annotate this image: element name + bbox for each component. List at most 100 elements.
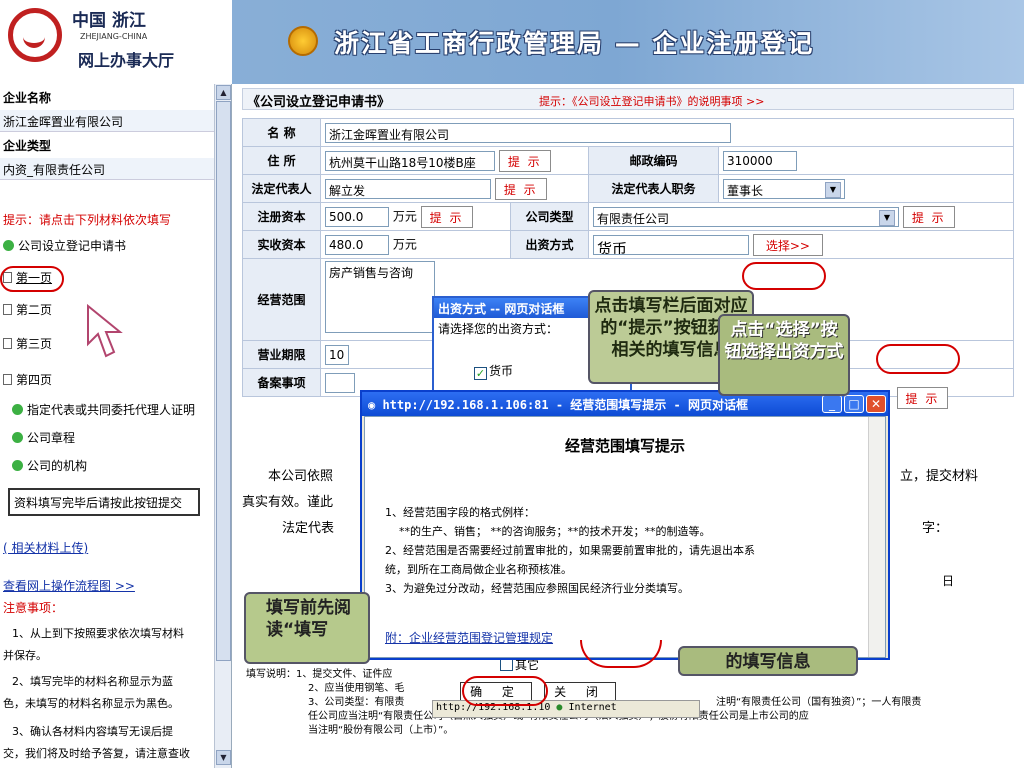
postcode-input[interactable]: 310000 — [723, 150, 797, 171]
legal-rep-tip-button[interactable]: 提 示 — [494, 177, 547, 200]
bullet-icon — [12, 432, 23, 443]
sidebar-item-label: 公司设立登记申请书 — [18, 239, 127, 253]
record-label: 备案事项 — [242, 368, 321, 397]
sidebar-item-organization[interactable]: 公司的机构 — [0, 454, 214, 476]
funding-label: 出资方式 — [510, 230, 589, 259]
logo-text: 中国 浙江 — [72, 11, 146, 31]
callout-fill-info: 的填写信息 — [678, 646, 858, 676]
company-type-value: 内资_有限责任公司 — [0, 158, 214, 180]
notes-text: 2、应当使用钢笔、毛 — [308, 683, 405, 694]
minimize-icon[interactable]: _ — [822, 395, 842, 413]
statement-text: 法定代表 — [282, 521, 335, 536]
term-input[interactable]: 10 — [325, 344, 349, 365]
option-label: 其它 — [515, 658, 540, 672]
notice-text: 并保存。 — [3, 649, 47, 662]
status-zone: Internet — [568, 702, 617, 713]
submit-button[interactable]: 资料填写完毕后请按此按钮提交 — [8, 488, 200, 516]
notes-text: 3、公司类型：有限责 — [308, 697, 405, 708]
scroll-up-icon[interactable]: ▲ — [216, 85, 231, 100]
name-input[interactable]: 浙江金晖置业有限公司 — [325, 122, 731, 143]
name-label: 名 称 — [242, 118, 321, 147]
cursor-icon — [87, 304, 123, 358]
bullet-icon — [12, 404, 23, 415]
close-icon[interactable]: ✕ — [866, 395, 886, 413]
paid-capital-label: 实收资本 — [242, 230, 321, 259]
highlight-oval — [876, 344, 960, 374]
scope-textarea[interactable]: 房产销售与咨询 — [325, 261, 435, 333]
globe-icon: ● — [556, 702, 563, 713]
sidebar-item-page-4[interactable]: 第四页 — [0, 368, 214, 390]
checkbox-icon[interactable]: ✓ — [474, 367, 487, 380]
notes-label: 填写说明： — [246, 669, 296, 680]
funding-input[interactable]: 货币 — [593, 234, 749, 255]
choose-funding-button[interactable]: 选择>> — [752, 233, 823, 256]
document-icon — [3, 374, 12, 385]
unit-label: 万元 — [392, 209, 417, 223]
notes-text: 1、提交文件、证件应 — [296, 669, 393, 680]
logo: 中国 浙江 ZHEJIANG-CHINA 网上办事大厅 — [0, 0, 232, 84]
legal-rep-label: 法定代表人 — [242, 174, 321, 203]
record-input[interactable] — [325, 372, 355, 393]
legal-rep-input[interactable]: 解立发 — [325, 178, 491, 199]
flow-chart-link[interactable]: 查看网上操作流程图 >> — [0, 574, 214, 596]
scope-scrollbar[interactable] — [868, 417, 885, 657]
legal-rep-title-select[interactable]: 董事长 ▼ — [723, 178, 845, 199]
document-icon — [3, 304, 12, 315]
company-type-label: 企业类型 — [0, 134, 214, 156]
sidebar-item-label: 公司章程 — [27, 431, 76, 445]
scope-label: 经营范围 — [242, 258, 321, 341]
logo-subtitle: 网上办事大厅 — [78, 51, 175, 70]
emblem-icon — [8, 8, 62, 62]
funding-option-cash[interactable]: ✓ 货币 — [474, 362, 513, 380]
maximize-icon[interactable]: □ — [844, 395, 864, 413]
sidebar-item-label: 第二页 — [16, 303, 53, 317]
legal-rep-title-label: 法定代表人职务 — [588, 174, 719, 203]
sidebar: 企业名称 浙江金晖置业有限公司 企业类型 内资_有限责任公司 提示：请点击下列材… — [0, 84, 232, 768]
sidebar-item-proxy[interactable]: 指定代表或共同委托代理人证明 — [0, 398, 214, 420]
company-type-label: 公司类型 — [510, 202, 589, 231]
scope-window-title-text: http://192.168.1.106:81 - 经营范围填写提示 - 网页对… — [382, 398, 748, 412]
company-name-label: 企业名称 — [0, 86, 214, 108]
sidebar-item-charter[interactable]: 公司章程 — [0, 426, 214, 448]
sidebar-item-application[interactable]: 公司设立登记申请书 — [0, 234, 214, 256]
notes-text: 注明“有限责任公司（国有独资）”；一人有限责 — [716, 697, 922, 708]
scroll-down-icon[interactable]: ▼ — [216, 750, 231, 765]
document-icon — [3, 338, 12, 349]
address-input[interactable]: 杭州莫干山路18号10楼B座 — [325, 150, 495, 171]
form-title-bar: 《公司设立登记申请书》 提示：《公司设立登记申请书》的说明事项 >> — [242, 88, 1014, 110]
chevron-down-icon: ▼ — [825, 181, 841, 198]
company-name-value: 浙江金晖置业有限公司 — [0, 110, 214, 132]
close-button[interactable]: 关 闭 — [544, 682, 616, 702]
notes-text: 当注明“股份有限公司（上市）”。 — [308, 725, 454, 736]
notice-text: 色，未填写的材料名称显示为黑色。 — [3, 697, 179, 710]
scope-text: 1、经营范围字段的格式例样： — [385, 506, 535, 519]
scope-regulation-link[interactable]: 附：企业经营范围登记管理规定 — [385, 629, 553, 646]
company-type-select[interactable]: 有限责任公司 ▼ — [593, 206, 899, 227]
reg-capital-input[interactable]: 500.0 — [325, 206, 389, 227]
sidebar-item-label: 第四页 — [16, 373, 53, 387]
upload-link[interactable]: ( 相关材料上传) — [0, 536, 214, 558]
scroll-thumb[interactable] — [216, 101, 231, 661]
sidebar-item-label: 指定代表或共同委托代理人证明 — [27, 403, 196, 417]
ie-icon: ◉ — [368, 398, 383, 412]
scope-tip-button[interactable]: 提 示 — [896, 386, 949, 409]
highlight-circle — [0, 266, 64, 292]
sidebar-scrollbar[interactable]: ▲ ▼ — [214, 84, 231, 768]
date-label: 日 — [942, 574, 955, 588]
sidebar-item-label: 公司的机构 — [27, 459, 88, 473]
paid-capital-input[interactable]: 480.0 — [325, 234, 389, 255]
sidebar-hint: 提示：请点击下列材料依次填写 — [3, 213, 172, 227]
highlight-oval — [462, 676, 548, 706]
national-emblem-icon — [288, 26, 318, 56]
capital-tip-button[interactable]: 提 示 — [420, 205, 473, 228]
company-type-tip-button[interactable]: 提 示 — [902, 205, 955, 228]
form-hint-link[interactable]: 提示：《公司设立登记申请书》的说明事项 >> — [539, 93, 764, 109]
page-title: 浙江省工商行政管理局 — 企业注册登记 — [334, 29, 815, 58]
notice-text: 3、确认各材料内容填写无误后提 — [12, 725, 173, 738]
reg-capital-label: 注册资本 — [242, 202, 321, 231]
highlight-oval — [742, 262, 826, 290]
unit-label: 万元 — [392, 237, 417, 251]
address-tip-button[interactable]: 提 示 — [498, 149, 551, 172]
postcode-label: 邮政编码 — [588, 146, 719, 175]
address-label: 住 所 — [242, 146, 321, 175]
